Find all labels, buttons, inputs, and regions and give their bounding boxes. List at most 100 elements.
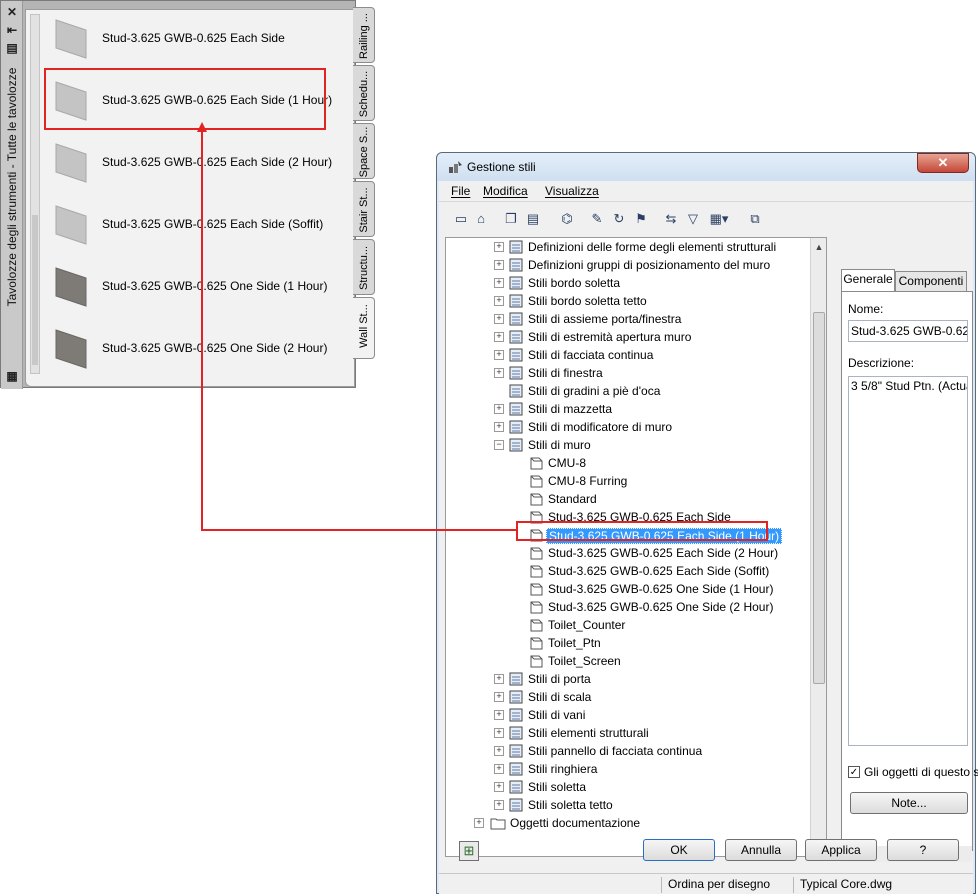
style-tree[interactable]: + Definizioni delle forme degli elementi … bbox=[445, 237, 827, 857]
palette-titlebar[interactable]: ✕ ⇤ ▤ Tavolozze degli strumenti - Tutte … bbox=[1, 1, 23, 389]
expand-icon[interactable]: + bbox=[494, 332, 504, 342]
tab-componenti[interactable]: Componenti bbox=[895, 271, 967, 291]
tree-item-style[interactable]: Stud-3.625 GWB-0.625 Each Side (Soffit) bbox=[446, 562, 806, 580]
tree-item-category[interactable]: + Oggetti documentazione bbox=[446, 814, 806, 832]
style-browser-icon[interactable]: ⊞ bbox=[459, 841, 479, 861]
tool-item[interactable]: Stud-3.625 GWB-0.625 Each Side (Soffit) bbox=[54, 200, 324, 250]
tree-item-category[interactable]: + Stili di finestra bbox=[446, 364, 806, 382]
tree-item-style[interactable]: Standard bbox=[446, 490, 806, 508]
tool-item-label: Stud-3.625 GWB-0.625 Each Side bbox=[102, 31, 285, 45]
description-field[interactable]: 3 5/8" Stud Ptn. (Actua bbox=[848, 376, 968, 746]
tree-item-style[interactable]: CMU-8 Furring bbox=[446, 472, 806, 490]
tool-item[interactable]: Stud-3.625 GWB-0.625 Each Side (2 Hour) bbox=[54, 138, 332, 188]
palette-scroll-thumb[interactable] bbox=[32, 215, 38, 365]
palette-tab-schedule[interactable]: Schedu... bbox=[353, 65, 375, 121]
checkbox[interactable]: ✓ bbox=[848, 766, 860, 778]
expand-icon[interactable]: + bbox=[494, 260, 504, 270]
filter-icon[interactable]: ▽ bbox=[683, 209, 703, 229]
view-options-icon[interactable]: ▦▾ bbox=[705, 209, 733, 229]
help-icon[interactable]: ⧉ bbox=[745, 209, 765, 229]
expand-icon[interactable]: + bbox=[494, 800, 504, 810]
refresh-icon[interactable]: ↻ bbox=[609, 209, 629, 229]
expand-icon[interactable]: + bbox=[494, 422, 504, 432]
purge-icon[interactable]: ⌬ bbox=[557, 209, 577, 229]
tree-item-category[interactable]: + Stili elementi strutturali bbox=[446, 724, 806, 742]
tree-item-category[interactable]: + Stili di estremità apertura muro bbox=[446, 328, 806, 346]
collapse-icon[interactable]: − bbox=[494, 440, 504, 450]
toggle-view-icon[interactable]: ⇆ bbox=[661, 209, 681, 229]
scroll-up-icon[interactable]: ▲ bbox=[814, 242, 824, 252]
name-field[interactable]: Stud-3.625 GWB-0.625 bbox=[848, 320, 968, 342]
tree-item-style[interactable]: Toilet_Counter bbox=[446, 616, 806, 634]
menu-modifica[interactable]: Modifica bbox=[483, 184, 528, 198]
tree-vertical-scrollbar[interactable]: ▲ ▼ bbox=[810, 238, 826, 856]
expand-icon[interactable]: + bbox=[494, 368, 504, 378]
tree-item-style[interactable]: Stud-3.625 GWB-0.625 One Side (2 Hour) bbox=[446, 598, 806, 616]
menu-file[interactable]: File bbox=[451, 184, 470, 198]
tool-item[interactable]: Stud-3.625 GWB-0.625 One Side (2 Hour) bbox=[54, 324, 327, 374]
tree-item-category[interactable]: + Stili soletta bbox=[446, 778, 806, 796]
palette-tab-structural[interactable]: Structu... bbox=[353, 239, 375, 295]
tree-item-style[interactable]: Toilet_Screen bbox=[446, 652, 806, 670]
expand-icon[interactable]: + bbox=[494, 350, 504, 360]
palette-tab-wall[interactable]: Wall St... bbox=[353, 297, 375, 359]
edit-style-icon[interactable]: ✎ bbox=[587, 209, 607, 229]
ok-button[interactable]: OK bbox=[643, 839, 715, 861]
tree-item-category[interactable]: + Stili di vani bbox=[446, 706, 806, 724]
tab-generale[interactable]: Generale bbox=[841, 269, 895, 291]
expand-icon[interactable]: + bbox=[494, 782, 504, 792]
expand-icon[interactable]: + bbox=[474, 818, 484, 828]
tree-item-category[interactable]: Stili di gradini a piè d'oca bbox=[446, 382, 806, 400]
notes-button[interactable]: Note... bbox=[850, 792, 968, 814]
expand-icon[interactable]: + bbox=[494, 710, 504, 720]
apply-button[interactable]: Applica bbox=[805, 839, 877, 861]
tree-item-category[interactable]: + Stili di porta bbox=[446, 670, 806, 688]
paste-icon[interactable]: ▤ bbox=[523, 209, 543, 229]
palette-scrollbar[interactable] bbox=[30, 14, 40, 374]
expand-icon[interactable]: + bbox=[494, 404, 504, 414]
tree-item-category[interactable]: + Stili bordo soletta tetto bbox=[446, 292, 806, 310]
open-icon[interactable]: ⌂ bbox=[471, 209, 491, 229]
tree-item-category[interactable]: + Stili pannello di facciata continua bbox=[446, 742, 806, 760]
tree-item-category[interactable]: + Definizioni delle forme degli elementi … bbox=[446, 238, 806, 256]
palette-tab-space[interactable]: Space S... bbox=[353, 123, 375, 179]
expand-icon[interactable]: + bbox=[494, 674, 504, 684]
expand-icon[interactable]: + bbox=[494, 314, 504, 324]
clean-icon[interactable]: ⚑ bbox=[631, 209, 651, 229]
palette-tab-stair[interactable]: Stair St... bbox=[353, 181, 375, 237]
tree-item-style[interactable]: Toilet_Ptn bbox=[446, 634, 806, 652]
tree-item-category[interactable]: + Stili bordo soletta bbox=[446, 274, 806, 292]
expand-icon[interactable]: + bbox=[494, 746, 504, 756]
tree-item-category[interactable]: + Stili di modificatore di muro bbox=[446, 418, 806, 436]
expand-icon[interactable]: + bbox=[494, 764, 504, 774]
tree-scroll-thumb[interactable] bbox=[813, 312, 825, 684]
expand-icon[interactable]: + bbox=[494, 296, 504, 306]
tree-item-category[interactable]: + Stili di assieme porta/finestra bbox=[446, 310, 806, 328]
palette-tab-railing[interactable]: Railing ... bbox=[353, 7, 375, 63]
tree-item-category[interactable]: + Definizioni gruppi di posizionamento de… bbox=[446, 256, 806, 274]
cancel-button[interactable]: Annulla bbox=[725, 839, 797, 861]
expand-icon[interactable]: + bbox=[494, 278, 504, 288]
tree-item-style[interactable]: Stud-3.625 GWB-0.625 Each Side (2 Hour) bbox=[446, 544, 806, 562]
tree-item-category[interactable]: + Stili di mazzetta bbox=[446, 400, 806, 418]
help-button[interactable]: ? bbox=[887, 839, 959, 861]
tree-item-category[interactable]: + Stili ringhiera bbox=[446, 760, 806, 778]
tool-item[interactable]: Stud-3.625 GWB-0.625 One Side (1 Hour) bbox=[54, 262, 327, 312]
tree-item-label: Stili ringhiera bbox=[528, 762, 598, 776]
copy-icon[interactable]: ❐ bbox=[501, 209, 521, 229]
dialog-titlebar[interactable]: Gestione stili ✕ bbox=[437, 153, 975, 181]
new-icon[interactable]: ▭ bbox=[451, 209, 471, 229]
close-button[interactable]: ✕ bbox=[917, 153, 969, 173]
tree-item-category[interactable]: − Stili di muro bbox=[446, 436, 806, 454]
tree-item-style[interactable]: CMU-8 bbox=[446, 454, 806, 472]
expand-icon[interactable]: + bbox=[494, 692, 504, 702]
tree-item-category[interactable]: + Stili di scala bbox=[446, 688, 806, 706]
expand-icon[interactable]: + bbox=[494, 728, 504, 738]
tool-item[interactable]: Stud-3.625 GWB-0.625 Each Side bbox=[54, 14, 324, 64]
tree-item-category[interactable]: + Stili di facciata continua bbox=[446, 346, 806, 364]
palette-menu-icon[interactable]: ▦ bbox=[4, 369, 20, 383]
tree-item-category[interactable]: + Stili soletta tetto bbox=[446, 796, 806, 814]
tree-item-style[interactable]: Stud-3.625 GWB-0.625 One Side (1 Hour) bbox=[446, 580, 806, 598]
expand-icon[interactable]: + bbox=[494, 242, 504, 252]
menu-visualizza[interactable]: Visualizza bbox=[545, 184, 599, 198]
